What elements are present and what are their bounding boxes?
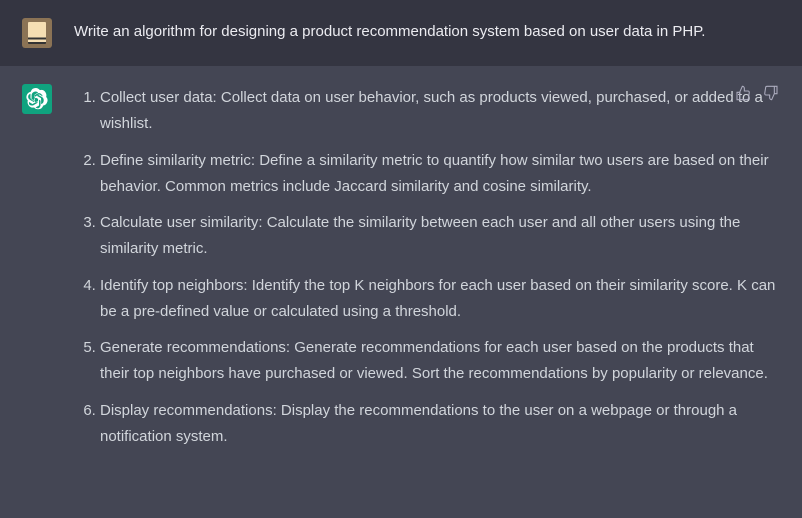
feedback-buttons: [734, 84, 780, 102]
steps-list: Collect user data: Collect data on user …: [74, 85, 780, 450]
thumbs-up-button[interactable]: [734, 84, 752, 102]
list-item: Generate recommendations: Generate recom…: [100, 335, 780, 388]
list-item: Define similarity metric: Define a simil…: [100, 148, 780, 201]
openai-logo-icon: [26, 88, 48, 110]
assistant-response: Collect user data: Collect data on user …: [74, 84, 780, 460]
pencil-icon: [28, 22, 46, 44]
thumbs-down-icon: [763, 85, 779, 101]
list-item: Identify top neighbors: Identify the top…: [100, 273, 780, 326]
user-message: Write an algorithm for designing a produ…: [0, 0, 802, 66]
assistant-message: Collect user data: Collect data on user …: [0, 66, 802, 478]
thumbs-down-button[interactable]: [762, 84, 780, 102]
thumbs-up-icon: [735, 85, 751, 101]
list-item: Calculate user similarity: Calculate the…: [100, 210, 780, 263]
list-item: Collect user data: Collect data on user …: [100, 85, 780, 138]
list-item: Display recommendations: Display the rec…: [100, 398, 780, 451]
user-prompt-text: Write an algorithm for designing a produ…: [74, 18, 780, 48]
assistant-avatar: [22, 84, 52, 114]
user-avatar: [22, 18, 52, 48]
